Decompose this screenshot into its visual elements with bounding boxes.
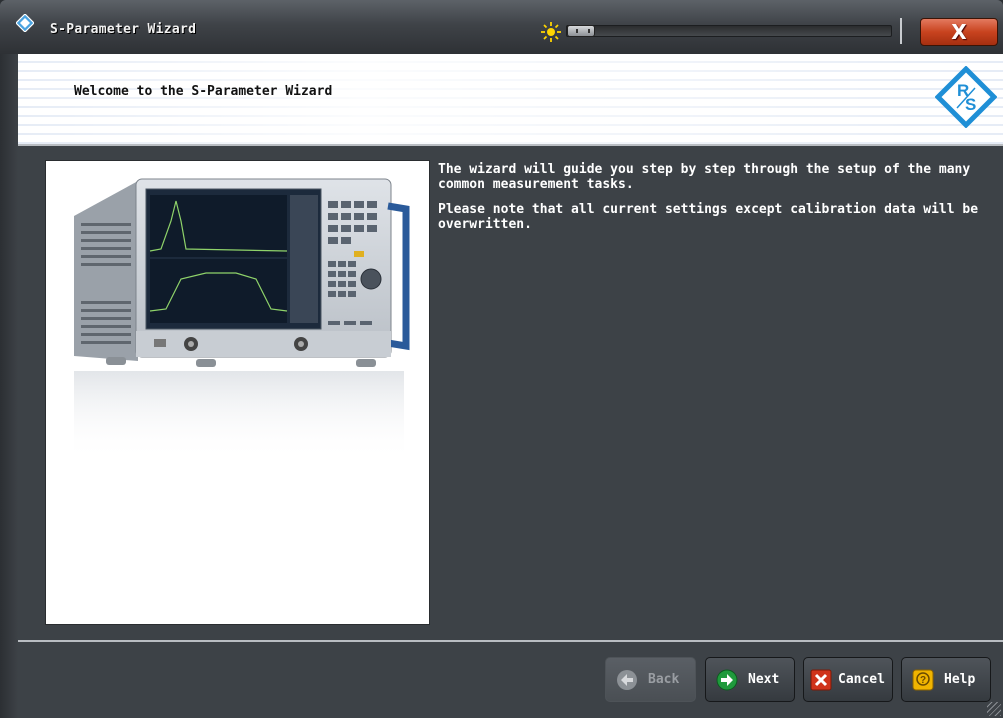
transparency-slider[interactable] [566, 25, 892, 37]
help-icon: ? [912, 669, 934, 691]
brightness-sun-icon [541, 22, 561, 42]
next-button[interactable]: Next [705, 657, 795, 702]
help-button[interactable]: ? Help [901, 657, 991, 702]
arrow-right-icon [716, 669, 738, 691]
slider-end-marker [900, 18, 902, 44]
title-bar[interactable]: S-Parameter Wizard X [0, 0, 1003, 54]
cancel-button[interactable]: Cancel [803, 657, 893, 702]
svg-text:?: ? [920, 675, 926, 686]
help-label: Help [944, 672, 976, 687]
vector-network-analyzer-image [74, 178, 410, 461]
cancel-x-icon [810, 669, 832, 691]
back-label: Back [648, 672, 680, 687]
instrument-image-panel [45, 160, 430, 625]
header-banner: Welcome to the S-Parameter Wizard R S [18, 54, 1003, 144]
wizard-window: S-Parameter Wizard X Welcome to the S-Pa… [0, 0, 1003, 718]
rohde-schwarz-logo: R S [935, 66, 997, 128]
wizard-description: The wizard will guide you step by step t… [438, 162, 998, 242]
arrow-left-icon [617, 670, 637, 690]
app-diamond-icon [16, 14, 34, 32]
window-left-edge [0, 54, 18, 718]
cancel-label: Cancel [838, 672, 885, 687]
description-paragraph: The wizard will guide you step by step t… [438, 162, 971, 192]
back-button[interactable]: Back [605, 657, 696, 702]
description-paragraph: Please note that all current settings ex… [438, 202, 979, 232]
next-label: Next [748, 672, 780, 687]
close-button[interactable]: X [920, 18, 998, 46]
page-title: Welcome to the S-Parameter Wizard [74, 84, 333, 99]
resize-grip[interactable] [987, 702, 1001, 716]
window-title: S-Parameter Wizard [50, 22, 197, 37]
transparency-slider-thumb[interactable] [567, 25, 595, 37]
close-label: X [951, 20, 967, 44]
header-separator [18, 144, 1003, 146]
